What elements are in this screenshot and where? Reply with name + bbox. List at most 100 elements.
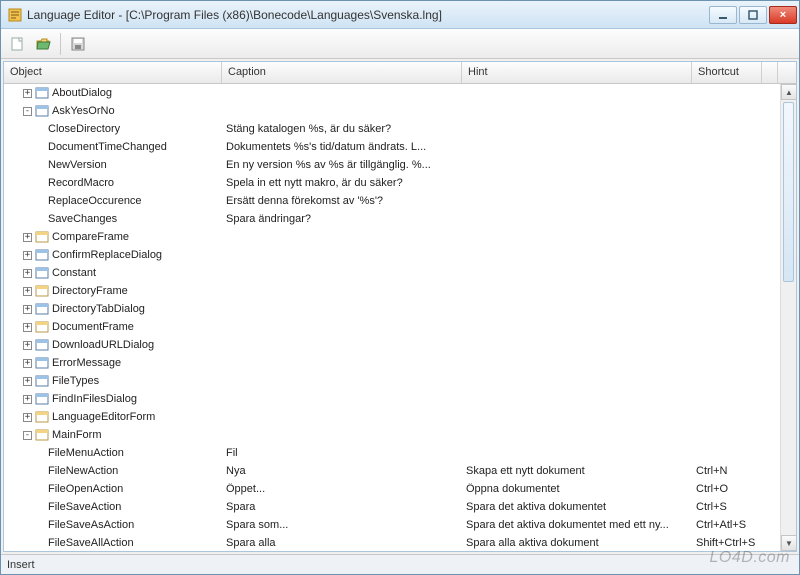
shortcut-cell: Ctrl+Atl+S — [692, 519, 762, 531]
tree-row[interactable]: FileOpenActionÖppet...Öppna dokumentetCt… — [4, 480, 780, 498]
object-label: SaveChanges — [48, 213, 117, 225]
hint-cell: Spara det aktiva dokumentet — [462, 501, 692, 513]
tree-row[interactable]: + Constant — [4, 264, 780, 282]
scroll-up-button[interactable]: ▲ — [781, 84, 796, 100]
expand-toggle[interactable]: + — [23, 377, 32, 386]
minimize-button[interactable] — [709, 6, 737, 24]
caption-cell[interactable]: Spara alla — [222, 537, 462, 549]
tree-row[interactable]: -AskYesOrNo — [4, 102, 780, 120]
expand-toggle[interactable]: + — [23, 413, 32, 422]
expand-toggle[interactable]: - — [23, 107, 32, 116]
shortcut-cell: Ctrl+S — [692, 501, 762, 513]
tree-row[interactable]: FileSaveAsActionSpara som...Spara det ak… — [4, 516, 780, 534]
dialog-icon — [35, 338, 49, 352]
tree-row[interactable]: + DirectoryFrame — [4, 282, 780, 300]
object-label: MainForm — [52, 429, 102, 441]
column-header-caption[interactable]: Caption — [222, 62, 462, 83]
column-header-shortcut[interactable]: Shortcut — [692, 62, 762, 83]
scroll-down-button[interactable]: ▼ — [781, 535, 796, 551]
caption-cell[interactable]: Nya — [222, 465, 462, 477]
save-button[interactable] — [66, 32, 90, 56]
tree-grid[interactable]: + AboutDialog -AskYesOrNoCloseDirectoryStä… — [4, 84, 780, 551]
tree-row[interactable]: CloseDirectoryStäng katalogen %s, är du … — [4, 120, 780, 138]
object-label: DirectoryFrame — [52, 285, 128, 297]
expand-toggle[interactable]: + — [23, 305, 32, 314]
app-icon — [7, 7, 23, 23]
object-label: FileTypes — [52, 375, 99, 387]
caption-cell[interactable]: Spara som... — [222, 519, 462, 531]
object-label: FileSaveAction — [48, 501, 121, 513]
tree-row[interactable]: + ErrorMessage — [4, 354, 780, 372]
tree-row[interactable]: +LanguageEditorForm — [4, 408, 780, 426]
object-label: Constant — [52, 267, 96, 279]
tree-row[interactable]: + DirectoryTabDialog — [4, 300, 780, 318]
hint-cell: Spara det aktiva dokumentet med ett ny..… — [462, 519, 692, 531]
tree-row[interactable]: - MainForm — [4, 426, 780, 444]
open-button[interactable] — [31, 32, 55, 56]
dialog-icon — [35, 86, 49, 100]
form-icon — [35, 320, 49, 334]
floppy-save-icon — [70, 36, 86, 52]
tree-row[interactable]: + ConfirmReplaceDialog — [4, 246, 780, 264]
expand-toggle[interactable]: + — [23, 287, 32, 296]
expand-toggle[interactable]: + — [23, 395, 32, 404]
object-label: FileSaveAllAction — [48, 537, 134, 549]
dialog-icon — [35, 374, 49, 388]
tree-row[interactable]: + DownloadURLDialog — [4, 336, 780, 354]
expand-toggle[interactable]: + — [23, 251, 32, 260]
tree-row[interactable]: + AboutDialog — [4, 84, 780, 102]
status-mode: Insert — [7, 559, 35, 571]
expand-toggle[interactable]: + — [23, 323, 32, 332]
caption-cell[interactable]: Ersätt denna förekomst av '%s'? — [222, 195, 462, 207]
object-label: ConfirmReplaceDialog — [52, 249, 162, 261]
object-label: DocumentTimeChanged — [48, 141, 167, 153]
shortcut-cell: Shift+Ctrl+S — [692, 537, 762, 549]
object-label: CompareFrame — [52, 231, 129, 243]
tree-row[interactable]: FileSaveAction SparaSpara det aktiva doku… — [4, 498, 780, 516]
tree-row[interactable]: SaveChanges Spara ändringar? — [4, 210, 780, 228]
tree-row[interactable]: FileNewActionNyaSkapa ett nytt dokumentC… — [4, 462, 780, 480]
tree-row[interactable]: + CompareFrame — [4, 228, 780, 246]
caption-cell[interactable]: Spara ändringar? — [222, 213, 462, 225]
tree-row[interactable]: NewVersionEn ny version %s av %s är till… — [4, 156, 780, 174]
expand-toggle[interactable]: + — [23, 359, 32, 368]
object-label: AboutDialog — [52, 87, 112, 99]
tree-row[interactable]: +DocumentFrame — [4, 318, 780, 336]
caption-cell[interactable]: Stäng katalogen %s, är du säker? — [222, 123, 462, 135]
tree-row[interactable]: RecordMacroSpela in ett nytt makro, är d… — [4, 174, 780, 192]
expand-toggle[interactable]: - — [23, 431, 32, 440]
vertical-scrollbar[interactable]: ▲ ▼ — [780, 84, 796, 551]
tree-row[interactable]: +FindInFilesDialog — [4, 390, 780, 408]
column-header-spacer — [762, 62, 778, 83]
expand-toggle[interactable]: + — [23, 233, 32, 242]
caption-cell[interactable]: Dokumentets %s's tid/datum ändrats. L... — [222, 141, 462, 153]
hint-cell: Spara alla aktiva dokument — [462, 537, 692, 549]
object-label: DownloadURLDialog — [52, 339, 154, 351]
tree-row[interactable]: FileMenuActionFil — [4, 444, 780, 462]
object-label: ErrorMessage — [52, 357, 121, 369]
scroll-thumb[interactable] — [783, 102, 794, 282]
tree-row[interactable]: DocumentTimeChanged Dokumentets %s's tid/… — [4, 138, 780, 156]
expand-toggle[interactable]: + — [23, 341, 32, 350]
maximize-button[interactable] — [739, 6, 767, 24]
dialog-icon — [35, 104, 49, 118]
tree-row[interactable]: + FileTypes — [4, 372, 780, 390]
form-icon — [35, 230, 49, 244]
new-button[interactable] — [5, 32, 29, 56]
caption-cell[interactable]: En ny version %s av %s är tillgänglig. %… — [222, 159, 462, 171]
tree-row[interactable]: FileSaveAllAction Spara allaSpara alla ak… — [4, 534, 780, 551]
toolbar-separator — [60, 33, 61, 55]
caption-cell[interactable]: Fil — [222, 447, 462, 459]
dialog-icon — [35, 266, 49, 280]
object-label: DirectoryTabDialog — [52, 303, 145, 315]
expand-toggle[interactable]: + — [23, 269, 32, 278]
caption-cell[interactable]: Spara — [222, 501, 462, 513]
caption-cell[interactable]: Öppet... — [222, 483, 462, 495]
dialog-icon — [35, 392, 49, 406]
column-header-object[interactable]: Object — [4, 62, 222, 83]
caption-cell[interactable]: Spela in ett nytt makro, är du säker? — [222, 177, 462, 189]
tree-row[interactable]: ReplaceOccurenceErsätt denna förekomst a… — [4, 192, 780, 210]
expand-toggle[interactable]: + — [23, 89, 32, 98]
close-button[interactable]: × — [769, 6, 797, 24]
column-header-hint[interactable]: Hint — [462, 62, 692, 83]
